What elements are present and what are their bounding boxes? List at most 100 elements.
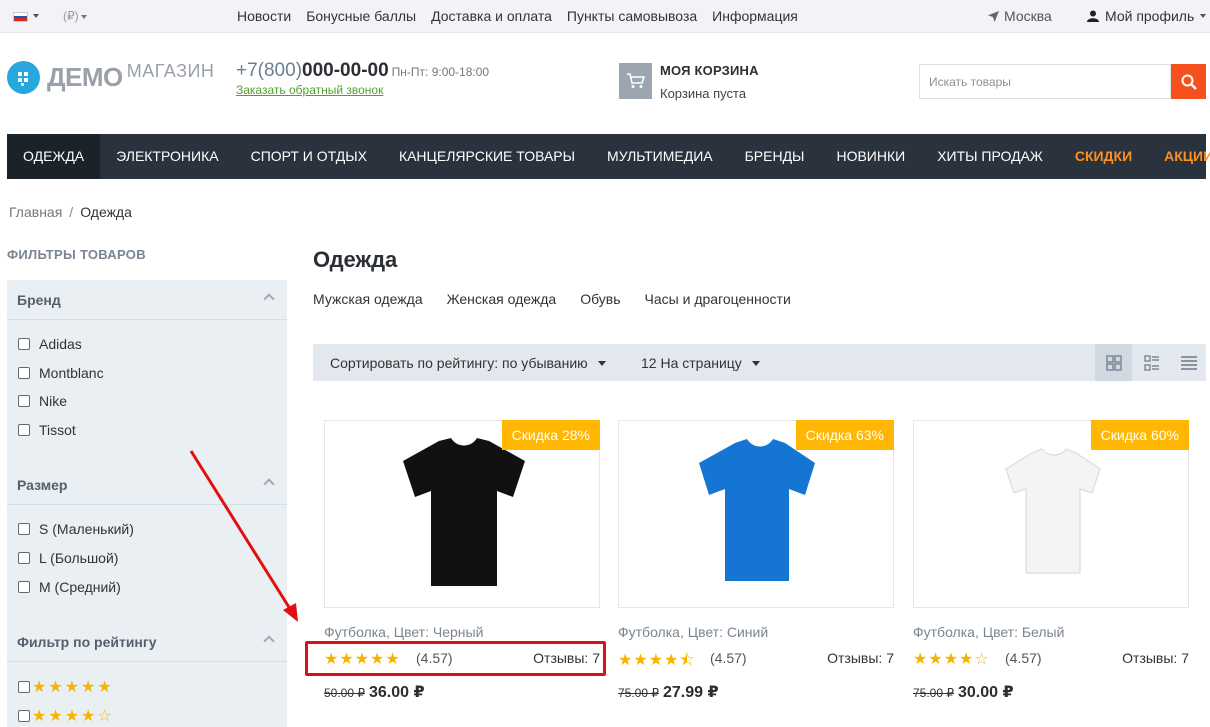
- search-input[interactable]: [919, 64, 1171, 99]
- chevron-down-icon[interactable]: [33, 14, 39, 18]
- nav-item-promotions[interactable]: Акции: [1148, 134, 1210, 179]
- chevron-up-icon[interactable]: [263, 635, 275, 647]
- top-link-info[interactable]: Информация: [712, 8, 798, 24]
- filter-option-label: Nike: [39, 393, 68, 409]
- filter-option-size-l[interactable]: L (Большой): [18, 550, 118, 566]
- product-name[interactable]: Футболка, Цвет: Синий: [618, 624, 768, 640]
- top-link-delivery[interactable]: Доставка и оплата: [431, 8, 552, 24]
- product-rating: ★★★★☆ (4.57) Отзывы: 7: [913, 649, 1189, 669]
- filter-option-label: Montblanc: [39, 365, 104, 381]
- breadcrumb-separator: /: [69, 204, 74, 220]
- chevron-up-icon[interactable]: [263, 478, 275, 490]
- subcategory-links: Мужская одежда Женская одежда Обувь Часы…: [313, 291, 791, 307]
- checkbox[interactable]: [18, 338, 30, 350]
- filter-group-title: Размер: [17, 477, 68, 493]
- filter-group-title: Бренд: [17, 292, 61, 308]
- checkbox[interactable]: [18, 424, 30, 436]
- product-image[interactable]: Скидка 63%: [618, 420, 894, 608]
- filter-option-label: M (Средний): [39, 579, 121, 595]
- current-price: 27.99 ₽: [663, 684, 719, 701]
- subcategory-men[interactable]: Мужская одежда: [313, 291, 423, 307]
- filter-option-nike[interactable]: Nike: [18, 393, 67, 409]
- nav-item-bestsellers[interactable]: Хиты продаж: [921, 134, 1059, 179]
- breadcrumb-current: Одежда: [80, 204, 132, 220]
- profile-menu[interactable]: Мой профиль: [1087, 8, 1207, 24]
- grid-view-button[interactable]: [1095, 344, 1132, 381]
- nav-item-brands[interactable]: Бренды: [729, 134, 821, 179]
- nav-item-discounts[interactable]: Скидки: [1059, 134, 1148, 179]
- grid-view-icon: [1105, 354, 1122, 371]
- cart-title[interactable]: МОЯ КОРЗИНА: [660, 63, 759, 78]
- subcategory-women[interactable]: Женская одежда: [447, 291, 557, 307]
- subcategory-watches[interactable]: Часы и драгоценности: [645, 291, 791, 307]
- per-page-label: 12 На страницу: [641, 355, 742, 371]
- nav-item-multimedia[interactable]: Мультимедиа: [591, 134, 729, 179]
- filter-option-label: Adidas: [39, 336, 82, 352]
- nav-item-sport[interactable]: Спорт и отдых: [235, 134, 383, 179]
- filter-option-tissot[interactable]: Tissot: [18, 422, 76, 438]
- filters-sidebar: Бренд Adidas Montblanc Nike Tissot Разме…: [7, 280, 287, 727]
- checkbox[interactable]: [18, 552, 30, 564]
- sort-select[interactable]: Сортировать по рейтингу: по убыванию: [330, 355, 606, 371]
- nav-item-clothing[interactable]: Одежда: [7, 134, 101, 179]
- compact-view-button[interactable]: [1170, 344, 1207, 381]
- product-image[interactable]: Скидка 28%: [324, 420, 600, 608]
- product-name[interactable]: Футболка, Цвет: Черный: [324, 624, 483, 640]
- product-name[interactable]: Футболка, Цвет: Белый: [913, 624, 1064, 640]
- filter-option-montblanc[interactable]: Montblanc: [18, 365, 104, 381]
- logo-subtext: МАГАЗИН: [126, 61, 215, 81]
- top-link-bonus[interactable]: Бонусные баллы: [306, 8, 416, 24]
- checkbox[interactable]: [18, 681, 30, 693]
- breadcrumb-home[interactable]: Главная: [9, 204, 62, 220]
- chevron-up-icon[interactable]: [263, 293, 275, 305]
- filter-option-rating-5[interactable]: ★★★★★: [18, 677, 114, 697]
- checkbox[interactable]: [18, 581, 30, 593]
- cart-icon[interactable]: [619, 63, 652, 99]
- nav-item-electronics[interactable]: Электроника: [100, 134, 234, 179]
- checkbox[interactable]: [18, 523, 30, 535]
- nav-item-new[interactable]: Новинки: [820, 134, 921, 179]
- city-label: Москва: [1004, 8, 1052, 24]
- top-link-news[interactable]: Новости: [237, 8, 291, 24]
- current-price: 36.00 ₽: [369, 684, 425, 701]
- annotation-highlight-box: [305, 641, 606, 676]
- work-hours: Пн-Пт: 9:00-18:00: [391, 65, 490, 79]
- chevron-down-icon: [597, 360, 606, 366]
- chevron-down-icon: [80, 14, 87, 19]
- per-page-select[interactable]: 12 На страницу: [641, 355, 760, 371]
- filter-option-rating-4[interactable]: ★★★★☆: [18, 706, 114, 726]
- currency-selector[interactable]: (₽): [63, 9, 87, 23]
- reviews-count[interactable]: Отзывы: 7: [827, 650, 894, 666]
- checkbox[interactable]: [18, 367, 30, 379]
- russian-flag-icon[interactable]: [13, 12, 28, 22]
- chevron-down-icon: [751, 360, 760, 366]
- filter-group-size-header[interactable]: Размер: [7, 465, 287, 505]
- logo-text: ДЕМО: [47, 62, 123, 92]
- reviews-count[interactable]: Отзывы: 7: [1122, 650, 1189, 666]
- filter-option-label: Tissot: [39, 422, 76, 438]
- nav-item-stationery[interactable]: Канцелярские товары: [383, 134, 591, 179]
- checkbox[interactable]: [18, 710, 30, 722]
- callback-link[interactable]: Заказать обратный звонок: [236, 83, 383, 97]
- top-link-pickup[interactable]: Пункты самовывоза: [567, 8, 697, 24]
- rating-score: (4.57): [710, 650, 747, 666]
- filter-option-label: L (Большой): [39, 550, 119, 566]
- filter-group-brand-header[interactable]: Бренд: [7, 280, 287, 320]
- product-price: 75.00 ₽ 27.99 ₽: [618, 682, 719, 702]
- filter-option-size-s[interactable]: S (Маленький): [18, 521, 134, 537]
- main-nav: Одежда Электроника Спорт и отдых Канцеля…: [7, 134, 1210, 179]
- filter-option-adidas[interactable]: Adidas: [18, 336, 82, 352]
- city-selector[interactable]: Москва: [988, 8, 1052, 24]
- site-logo[interactable]: ДЕМО МАГАЗИН: [7, 61, 214, 94]
- filter-option-size-m[interactable]: M (Средний): [18, 579, 121, 595]
- subcategory-shoes[interactable]: Обувь: [580, 291, 620, 307]
- filter-group-rating-header[interactable]: Фильтр по рейтингу: [7, 622, 287, 662]
- filters-title: ФИЛЬТРЫ ТОВАРОВ: [7, 247, 146, 262]
- search-button[interactable]: [1171, 64, 1206, 99]
- product-rating: ★★★★⯪ (4.57) Отзывы: 7: [618, 649, 894, 669]
- checkbox[interactable]: [18, 395, 30, 407]
- product-image[interactable]: Скидка 60%: [913, 420, 1189, 608]
- tshirt-shape: [699, 439, 815, 581]
- list-view-button[interactable]: [1133, 344, 1170, 381]
- discount-badge: Скидка 28%: [501, 420, 600, 450]
